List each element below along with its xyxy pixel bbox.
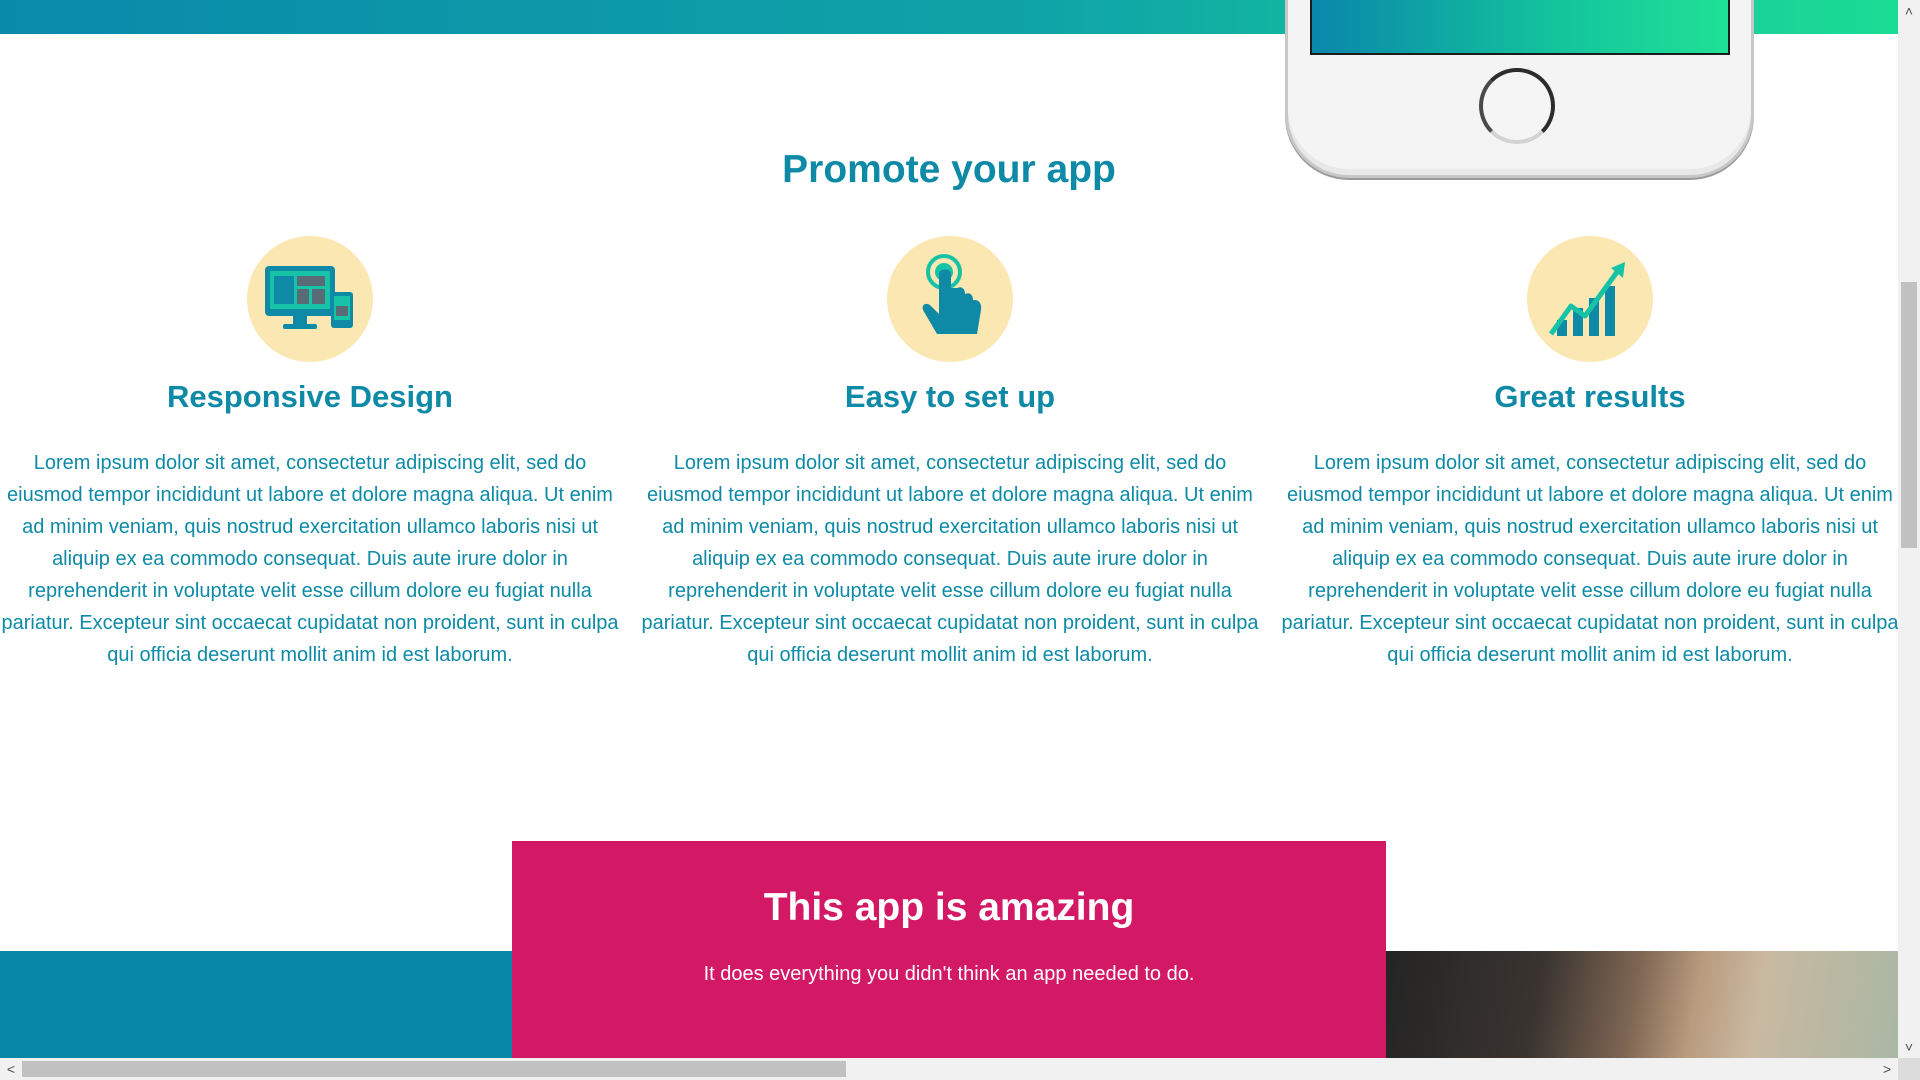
bottom-photo-panel: [1386, 951, 1898, 1058]
scroll-up-arrow[interactable]: ˄: [1898, 0, 1920, 22]
phone-screen: [1310, 0, 1730, 55]
cta-box: This app is amazing It does everything y…: [512, 841, 1386, 1058]
growth-chart-icon: [1548, 262, 1625, 336]
scroll-left-arrow[interactable]: <: [0, 1058, 22, 1080]
feature-responsive-design: Responsive Design Lorem ipsum dolor sit …: [0, 236, 620, 671]
feature-text: Lorem ipsum dolor sit amet, consectetur …: [1281, 452, 1898, 666]
section-title: Promote your app: [782, 148, 1116, 191]
feature-title: Great results: [1494, 379, 1686, 414]
vertical-scroll-thumb[interactable]: [1901, 282, 1917, 548]
horizontal-scrollbar[interactable]: < >: [0, 1058, 1898, 1080]
cta-text: It does everything you didn't think an a…: [703, 963, 1195, 985]
feature-text: Lorem ipsum dolor sit amet, consectetur …: [1, 452, 619, 666]
tap-hand-icon: [922, 254, 982, 334]
feature-icon-circle: [247, 236, 373, 362]
bottom-blue-panel: [0, 951, 512, 1058]
feature-easy-setup: Easy to set up Lorem ipsum dolor sit ame…: [640, 236, 1260, 671]
feature-title: Easy to set up: [844, 379, 1056, 414]
page: Promote your app Responsive Design Lorem…: [0, 0, 1898, 1058]
vertical-scrollbar[interactable]: ˄ ˅: [1898, 0, 1920, 1058]
phone-home-button: [1479, 68, 1555, 144]
feature-text: Lorem ipsum dolor sit amet, consectetur …: [641, 452, 1259, 666]
cta-title: This app is amazing: [763, 886, 1135, 929]
responsive-devices-icon: [265, 266, 353, 329]
scroll-right-arrow[interactable]: >: [1876, 1058, 1898, 1080]
feature-icon-circle: [1527, 236, 1653, 362]
feature-title: Responsive Design: [167, 379, 453, 414]
horizontal-scroll-thumb[interactable]: [22, 1061, 846, 1077]
feature-icon-circle: [887, 236, 1013, 362]
scroll-down-arrow[interactable]: ˅: [1898, 1036, 1920, 1058]
feature-great-results: Great results Lorem ipsum dolor sit amet…: [1280, 236, 1898, 671]
scrollbar-corner: [1898, 1058, 1920, 1080]
